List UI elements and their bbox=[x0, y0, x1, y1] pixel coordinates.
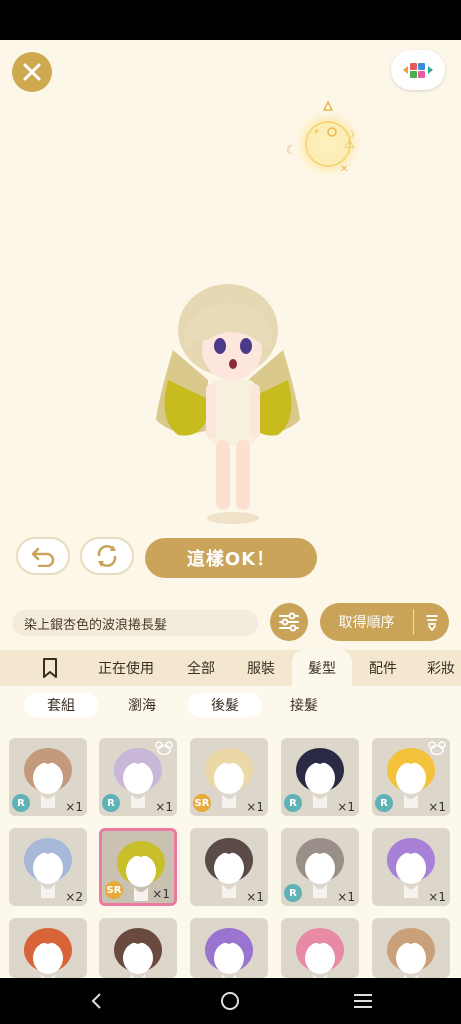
tab-all[interactable]: 全部 bbox=[178, 650, 224, 686]
subtab-bangs[interactable]: 瀏海 bbox=[110, 693, 174, 717]
svg-text:⚠: ⚠ bbox=[344, 137, 355, 151]
item-card[interactable]: ×1 bbox=[372, 828, 450, 906]
svg-text:✕: ✕ bbox=[340, 164, 348, 175]
sort-desc-icon[interactable] bbox=[414, 613, 449, 631]
close-button[interactable] bbox=[12, 52, 52, 92]
item-card[interactable]: R ×1 bbox=[281, 738, 359, 816]
item-card[interactable]: ×1 bbox=[190, 828, 268, 906]
hair-thumbnail bbox=[114, 928, 162, 978]
item-name: 染上銀杏色的波浪捲長髮 bbox=[12, 610, 258, 636]
item-quantity: ×1 bbox=[155, 800, 173, 814]
undo-icon bbox=[31, 547, 55, 567]
item-card[interactable] bbox=[190, 918, 268, 978]
rotate-button[interactable] bbox=[80, 537, 134, 575]
rarity-badge: R bbox=[284, 794, 302, 812]
rarity-badge: R bbox=[375, 794, 393, 812]
svg-text:☾: ☾ bbox=[286, 143, 297, 157]
tab-bookmark[interactable] bbox=[30, 650, 70, 686]
item-card[interactable]: ×2 bbox=[9, 828, 87, 906]
item-card[interactable] bbox=[9, 918, 87, 978]
home-nav-icon[interactable] bbox=[217, 988, 243, 1014]
bear-icon bbox=[155, 740, 173, 759]
bookmark-icon bbox=[43, 658, 57, 678]
status-bar bbox=[0, 0, 461, 40]
undo-button[interactable] bbox=[16, 537, 70, 575]
hair-thumbnail bbox=[24, 928, 72, 978]
tab-hairstyle[interactable]: 髮型 bbox=[292, 650, 352, 686]
recents-nav-icon[interactable] bbox=[350, 988, 376, 1014]
subtab-extensions[interactable]: 接髮 bbox=[272, 693, 336, 717]
item-quantity: ×2 bbox=[65, 890, 83, 904]
item-card[interactable] bbox=[372, 918, 450, 978]
hair-thumbnail bbox=[205, 928, 253, 978]
tab-in-use[interactable]: 正在使用 bbox=[90, 650, 162, 686]
item-quantity: ×1 bbox=[337, 890, 355, 904]
tab-outfit[interactable]: 服裝 bbox=[238, 650, 284, 686]
back-nav-icon[interactable] bbox=[84, 988, 110, 1014]
item-quantity: ×1 bbox=[152, 887, 170, 901]
svg-text:*: * bbox=[314, 128, 319, 139]
item-quantity: ×1 bbox=[428, 890, 446, 904]
item-quantity: ×1 bbox=[337, 800, 355, 814]
confirm-ok-button[interactable]: 這樣OK！ bbox=[145, 538, 317, 578]
rotate-icon bbox=[97, 545, 117, 567]
tab-accessory[interactable]: 配件 bbox=[360, 650, 406, 686]
rarity-badge: R bbox=[12, 794, 30, 812]
color-blocks-button[interactable] bbox=[391, 50, 445, 90]
sort-label: 取得順序 bbox=[338, 615, 395, 631]
item-quantity: ×1 bbox=[246, 890, 264, 904]
item-card[interactable]: R ×1 bbox=[9, 738, 87, 816]
item-card[interactable]: R ×1 bbox=[372, 738, 450, 816]
color-blocks-icon bbox=[403, 63, 433, 78]
subtab-back-hair[interactable]: 後髮 bbox=[188, 693, 262, 717]
rarity-badge: R bbox=[284, 884, 302, 902]
item-quantity: ×1 bbox=[65, 800, 83, 814]
item-card[interactable]: R ×1 bbox=[99, 738, 177, 816]
tab-makeup[interactable]: 彩妝 bbox=[418, 650, 461, 686]
subtab-set[interactable]: 套組 bbox=[24, 693, 98, 717]
filter-button[interactable] bbox=[270, 603, 308, 641]
item-card[interactable]: R ×1 bbox=[281, 828, 359, 906]
close-icon bbox=[23, 63, 41, 81]
sort-button[interactable]: 取得順序 bbox=[320, 603, 449, 641]
rarity-badge: SR bbox=[105, 881, 123, 899]
item-quantity: ×1 bbox=[246, 800, 264, 814]
sliders-icon bbox=[279, 612, 299, 632]
item-card[interactable]: SR ×1 bbox=[190, 738, 268, 816]
item-card[interactable] bbox=[99, 918, 177, 978]
zodiac-glow-icon: * ☽ ☾ ⚠ ✕ bbox=[286, 100, 366, 182]
item-card[interactable]: SR ×1 bbox=[99, 828, 177, 906]
rarity-badge: R bbox=[102, 794, 120, 812]
avatar-character bbox=[156, 284, 300, 524]
hair-thumbnail bbox=[296, 928, 344, 978]
bear-icon bbox=[428, 740, 446, 759]
rarity-badge: SR bbox=[193, 794, 211, 812]
item-card[interactable] bbox=[281, 918, 359, 978]
item-quantity: ×1 bbox=[428, 800, 446, 814]
hair-thumbnail bbox=[387, 928, 435, 978]
